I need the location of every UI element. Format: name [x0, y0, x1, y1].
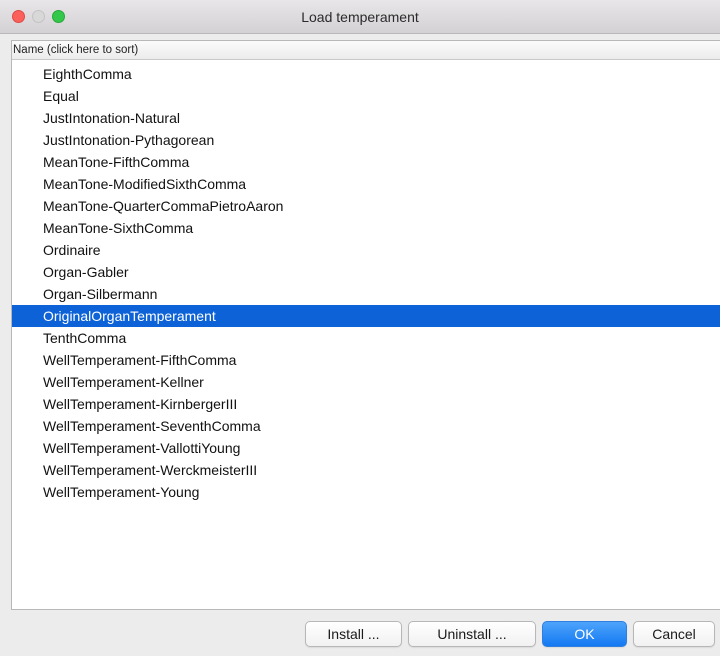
cancel-button[interactable]: Cancel [633, 621, 715, 647]
window-title: Load temperament [301, 9, 419, 25]
list-item[interactable]: WellTemperament-Kellner [12, 371, 720, 393]
list-item[interactable]: WellTemperament-VallottiYoung [12, 437, 720, 459]
list-item[interactable]: WellTemperament-SeventhComma [12, 415, 720, 437]
name-column-header[interactable]: Name (click here to sort) [12, 41, 720, 60]
load-temperament-dialog: Load temperament Name (click here to sor… [0, 0, 720, 656]
list-item[interactable]: Organ-Silbermann [12, 283, 720, 305]
list-item[interactable]: EighthComma [12, 63, 720, 85]
list-item[interactable]: MeanTone-SixthComma [12, 217, 720, 239]
list-item[interactable]: MeanTone-FifthComma [12, 151, 720, 173]
list-item[interactable]: WellTemperament-WerckmeisterIII [12, 459, 720, 481]
ok-button[interactable]: OK [542, 621, 627, 647]
list-item[interactable]: WellTemperament-Young [12, 481, 720, 503]
list-item[interactable]: Organ-Gabler [12, 261, 720, 283]
list-item[interactable]: JustIntonation-Pythagorean [12, 129, 720, 151]
list-item[interactable]: Ordinaire [12, 239, 720, 261]
list-item[interactable]: MeanTone-QuarterCommaPietroAaron [12, 195, 720, 217]
uninstall-button[interactable]: Uninstall ... [408, 621, 536, 647]
list-item[interactable]: OriginalOrganTemperament [12, 305, 720, 327]
list-item[interactable]: WellTemperament-FifthComma [12, 349, 720, 371]
temperament-list[interactable]: Name (click here to sort) EighthComma Equ… [11, 40, 720, 610]
install-button[interactable]: Install ... [305, 621, 402, 647]
list-item[interactable]: TenthComma [12, 327, 720, 349]
temperament-rows: EighthComma Equal JustIntonation-Natural Ju… [12, 60, 720, 503]
list-item[interactable]: JustIntonation-Natural [12, 107, 720, 129]
list-item[interactable]: MeanTone-ModifiedSixthComma [12, 173, 720, 195]
title-bar[interactable]: Load temperament [0, 0, 720, 34]
list-item[interactable]: WellTemperament-KirnbergerIII [12, 393, 720, 415]
list-item[interactable]: Equal [12, 85, 720, 107]
